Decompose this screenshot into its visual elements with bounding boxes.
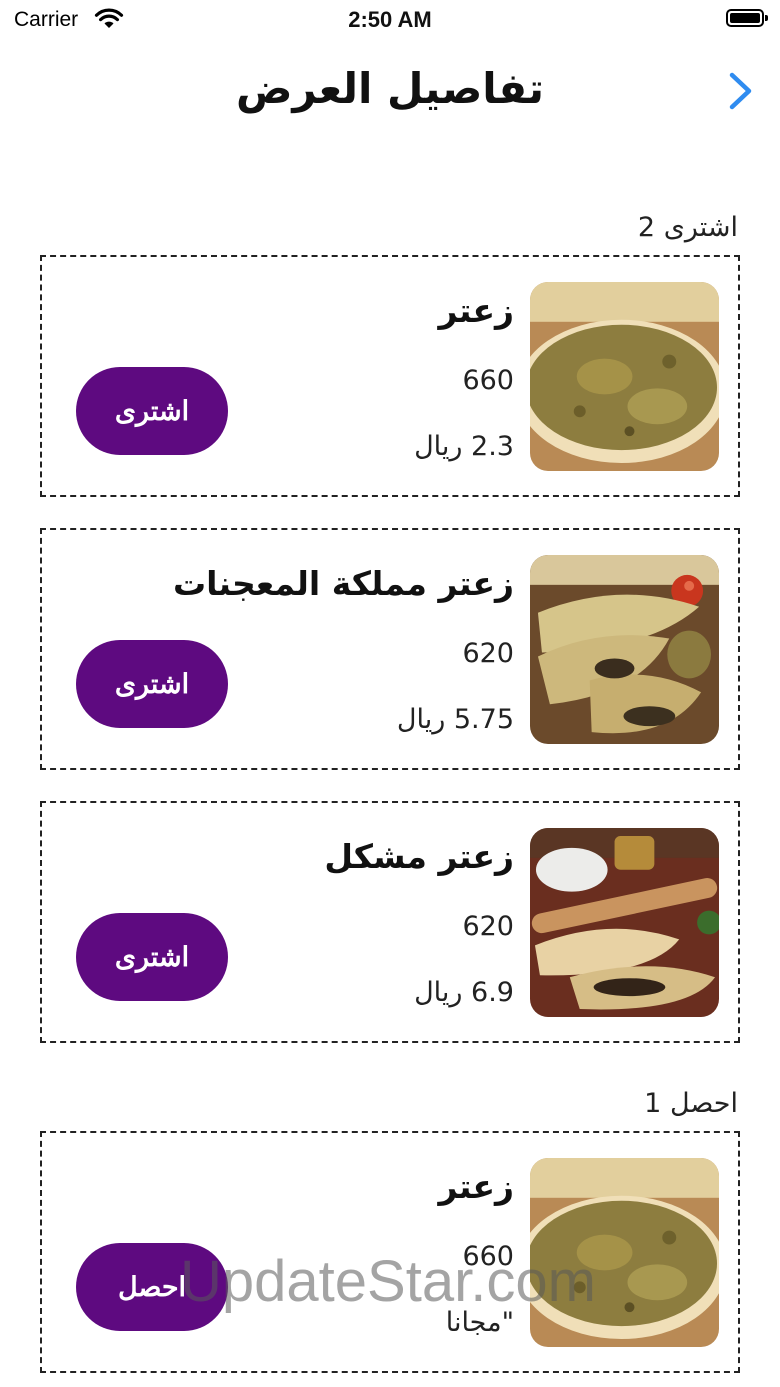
offer-card: زعتر 660 "مجانا احصل — [40, 1131, 740, 1373]
buy-button[interactable]: اشترى — [76, 913, 228, 1001]
buy-button[interactable]: اشترى — [76, 367, 228, 455]
item-quantity: 660 — [462, 365, 514, 396]
battery-icon — [726, 9, 768, 27]
offer-card: زعتر مملكة المعجنات 620 5.75 ريال اشترى — [40, 528, 740, 770]
product-image — [530, 828, 719, 1017]
buy-section-label: اشترى 2 — [637, 212, 738, 243]
offer-card: زعتر 660 2.3 ريال اشترى — [40, 255, 740, 497]
back-button[interactable] — [722, 70, 758, 112]
item-price: 5.75 ريال — [396, 704, 514, 735]
buy-button[interactable]: اشترى — [76, 640, 228, 728]
item-name: زعتر — [438, 1167, 514, 1206]
page-title: تفاصيل العرض — [235, 64, 545, 113]
chevron-right-icon — [729, 72, 752, 110]
clock: 2:50 AM — [348, 7, 432, 32]
item-quantity: 620 — [462, 911, 514, 942]
item-quantity: 660 — [462, 1241, 514, 1272]
product-image — [530, 555, 719, 744]
item-name: زعتر — [438, 291, 514, 330]
item-name: زعتر مملكة المعجنات — [172, 564, 514, 603]
product-image — [530, 282, 719, 471]
item-price: 2.3 ريال — [414, 431, 514, 462]
item-quantity: 620 — [462, 638, 514, 669]
get-section-label: احصل 1 — [644, 1088, 738, 1119]
item-name: زعتر مشكل — [324, 837, 514, 876]
offer-card: زعتر مشكل 620 6.9 ريال اشترى — [40, 801, 740, 1043]
get-button[interactable]: احصل — [76, 1243, 228, 1331]
status-bar: Carrier 2:50 AM — [0, 0, 780, 40]
product-image — [530, 1158, 719, 1347]
item-price: 6.9 ريال — [414, 977, 514, 1008]
item-price: "مجانا — [445, 1307, 514, 1338]
